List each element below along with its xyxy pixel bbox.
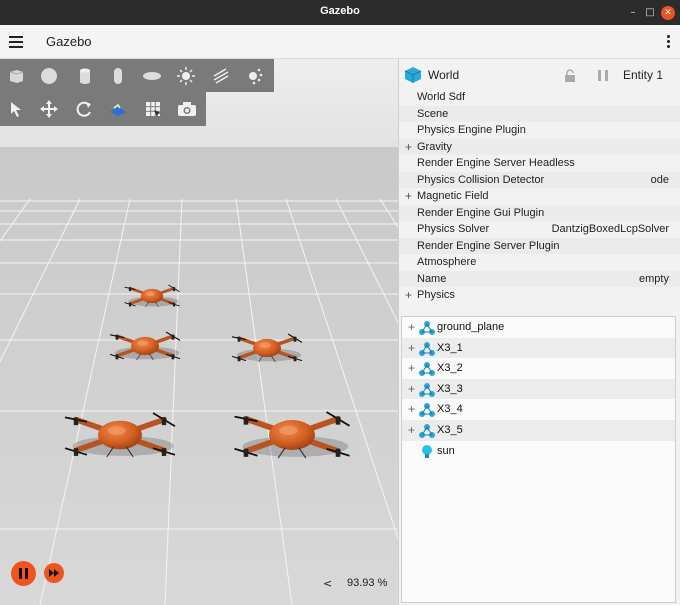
- camera-icon[interactable]: [174, 96, 200, 122]
- component-row[interactable]: Render Engine Server Plugin: [399, 237, 680, 254]
- entity-name: World: [428, 68, 460, 82]
- tree-item-x3-4[interactable]: + X3_4: [402, 399, 675, 420]
- capsule-icon[interactable]: [105, 63, 131, 89]
- expand-icon[interactable]: +: [408, 399, 418, 420]
- tree-item-x3-5[interactable]: + X3_5: [402, 419, 675, 441]
- expand-icon[interactable]: +: [408, 338, 418, 359]
- app-title: Gazebo: [46, 34, 92, 49]
- entity-tree: + ground_plane + X3_1 + X3_2 + X3_3 + X3…: [401, 316, 676, 603]
- model-icon: [419, 321, 435, 335]
- light-bulb-icon: [422, 444, 432, 458]
- snap-icon[interactable]: [105, 96, 131, 122]
- component-row[interactable]: Render Engine Server Headless: [399, 155, 680, 172]
- more-options-icon[interactable]: [667, 35, 671, 49]
- component-row[interactable]: Atmosphere: [399, 254, 680, 271]
- tree-item-x3-2[interactable]: + X3_2: [402, 358, 675, 379]
- box-icon[interactable]: [3, 63, 29, 89]
- translate-icon[interactable]: [36, 96, 62, 122]
- component-row[interactable]: + Gravity: [399, 138, 680, 156]
- spot-light-icon[interactable]: [242, 63, 268, 89]
- tree-item-x3-1[interactable]: + X3_1: [402, 337, 675, 359]
- window-title: Gazebo: [320, 5, 360, 17]
- expand-icon[interactable]: +: [408, 358, 418, 379]
- scene-3d-render[interactable]: [0, 59, 398, 605]
- expand-icon[interactable]: +: [405, 188, 415, 205]
- pause-button[interactable]: [11, 561, 36, 586]
- tree-item-ground-plane[interactable]: + ground_plane: [402, 317, 675, 338]
- window-titlebar: Gazebo – □ ✕: [0, 0, 680, 25]
- directional-light-icon[interactable]: [208, 63, 234, 89]
- sun-light-icon[interactable]: [173, 63, 199, 89]
- world-cube-icon: [404, 67, 422, 83]
- close-icon[interactable]: ✕: [661, 6, 675, 20]
- component-inspector-header: World Entity 1: [399, 59, 680, 92]
- model-icon: [419, 362, 435, 377]
- component-row[interactable]: Render Engine Gui Plugin: [399, 204, 680, 221]
- component-row[interactable]: Name empty: [399, 270, 680, 287]
- expand-icon[interactable]: +: [405, 287, 415, 304]
- component-row[interactable]: + Physics: [399, 287, 680, 304]
- real-time-factor: 93.93 %: [347, 577, 388, 589]
- minimize-icon[interactable]: –: [626, 6, 640, 20]
- right-panel: World Entity 1 World Sdf Scene Physics E…: [398, 59, 680, 605]
- component-list: World Sdf Scene Physics Engine Plugin + G…: [399, 89, 680, 304]
- component-row[interactable]: World Sdf: [399, 89, 680, 106]
- expand-icon[interactable]: +: [408, 317, 418, 338]
- tree-item-x3-3[interactable]: + X3_3: [402, 378, 675, 400]
- pause-updates-icon[interactable]: [597, 69, 609, 82]
- rtf-expand-arrow[interactable]: <: [323, 577, 332, 590]
- component-row[interactable]: Scene: [399, 105, 680, 122]
- maximize-icon[interactable]: □: [643, 6, 657, 20]
- component-row[interactable]: + Magnetic Field: [399, 188, 680, 205]
- cylinder-icon[interactable]: [72, 63, 98, 89]
- model-icon: [419, 341, 435, 356]
- expand-icon[interactable]: +: [408, 420, 418, 441]
- expand-icon[interactable]: +: [405, 139, 415, 156]
- shape-toolbar: [0, 59, 274, 92]
- entity-id: Entity 1: [623, 68, 664, 82]
- hamburger-menu-icon[interactable]: [9, 36, 23, 48]
- component-row[interactable]: Physics Solver DantzigBoxedLcpSolver: [399, 221, 680, 238]
- scene-viewport[interactable]: < 93.93 %: [0, 59, 398, 605]
- sphere-icon[interactable]: [36, 63, 62, 89]
- model-icon: [419, 382, 435, 397]
- tree-item-sun[interactable]: sun: [402, 441, 675, 462]
- component-row[interactable]: Physics Engine Plugin: [399, 122, 680, 139]
- ellipsoid-icon[interactable]: [139, 63, 165, 89]
- model-icon: [419, 403, 435, 418]
- component-row[interactable]: Physics Collision Detector ode: [399, 171, 680, 188]
- transform-toolbar: [0, 92, 206, 126]
- select-arrow-icon[interactable]: [3, 96, 29, 122]
- expand-icon[interactable]: +: [408, 379, 418, 400]
- rotate-icon[interactable]: [71, 96, 97, 122]
- lock-icon[interactable]: [564, 69, 576, 82]
- model-icon: [419, 423, 435, 438]
- grid-icon[interactable]: [140, 96, 166, 122]
- step-forward-button[interactable]: [44, 563, 64, 583]
- app-bar: Gazebo: [0, 25, 680, 59]
